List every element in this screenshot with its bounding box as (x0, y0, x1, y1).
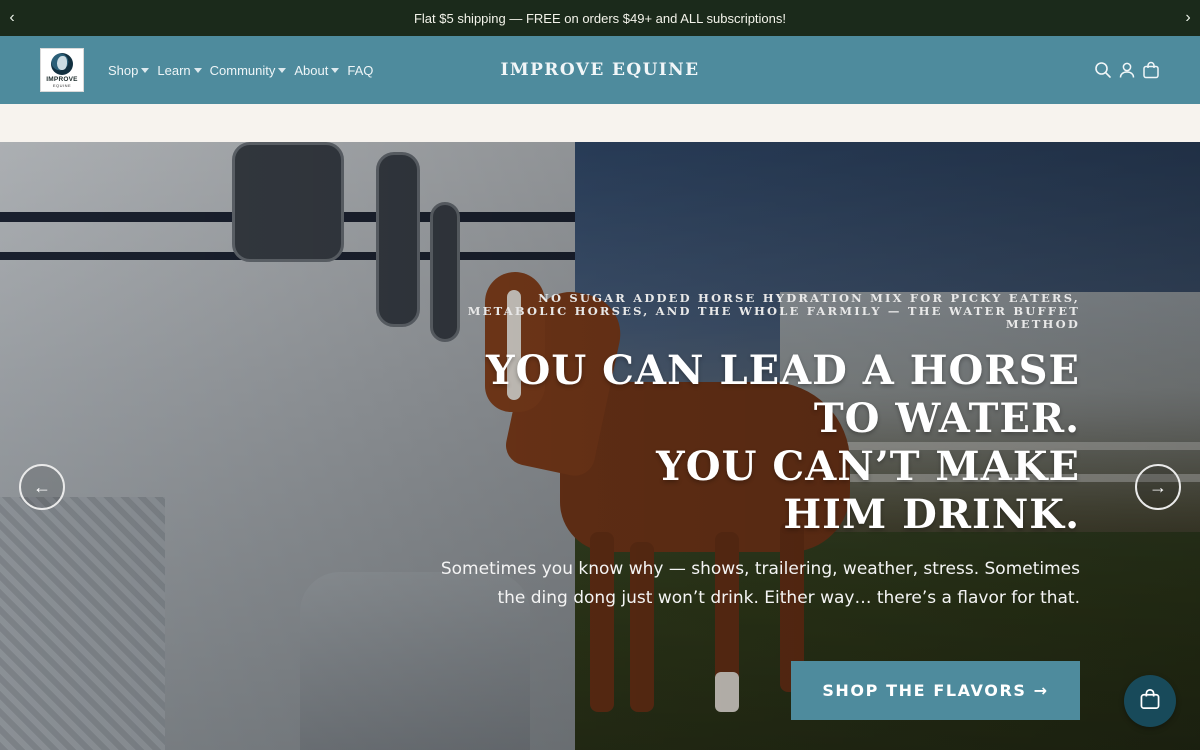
logo-text-line1: IMPROVE (46, 75, 78, 83)
header-spacer-strip (0, 104, 1200, 142)
arrow-right-icon: → (1149, 476, 1167, 497)
announcement-text: Flat $5 shipping — FREE on orders $49+ a… (413, 10, 787, 26)
hero-banner: NO SUGAR ADDED HORSE HYDRATION MIX FOR P… (0, 142, 1200, 750)
caret-down-icon (331, 68, 340, 73)
announcement-prev-arrow[interactable]: ‹ (0, 0, 24, 36)
headline-line: TO WATER. (813, 395, 1080, 442)
nav-item-faq[interactable]: FAQ (347, 63, 373, 78)
cart-icon (1139, 688, 1161, 715)
main-nav: Shop Learn Community About FAQ (108, 36, 381, 104)
nav-item-label: About (294, 62, 329, 78)
hero-subtext: Sometimes you know why — shows, traileri… (440, 559, 1080, 608)
nav-item-community[interactable]: Community (210, 63, 287, 78)
floating-cart-button[interactable] (1124, 675, 1176, 727)
nav-item-label: Learn (157, 62, 191, 78)
nav-item-shop[interactable]: Shop (108, 62, 150, 78)
hero-eyebrow: NO SUGAR ADDED HORSE HYDRATION MIX FOR P… (467, 291, 1080, 331)
nav-item-label: Shop (108, 62, 139, 78)
account-icon[interactable] (1118, 60, 1136, 80)
logo-text-line2: EQUINE (52, 82, 72, 88)
caret-down-icon (193, 68, 202, 73)
nav-item-about[interactable]: About (294, 62, 340, 78)
announcement-next-arrow[interactable]: › (1176, 0, 1200, 36)
cart-icon[interactable] (1142, 60, 1160, 80)
hero-content: NO SUGAR ADDED HORSE HYDRATION MIX FOR P… (360, 292, 1080, 613)
horse-logo-icon (51, 52, 73, 75)
carousel-next-button[interactable]: → (1135, 464, 1181, 510)
site-header: IMPROVE EQUINE Shop Learn Community Abou… (0, 36, 1200, 104)
announcement-bar: ‹ Flat $5 shipping — FREE on orders $49+… (0, 0, 1200, 36)
brand-title[interactable]: IMPROVE EQUINE (501, 60, 700, 80)
headline-line: YOU CAN’T MAKE (656, 443, 1080, 490)
shop-flavors-button[interactable]: SHOP THE FLAVORS → (791, 661, 1080, 720)
headline-line: HIM DRINK. (783, 491, 1080, 538)
caret-down-icon (278, 68, 287, 73)
carousel-prev-button[interactable]: ← (19, 464, 65, 510)
nav-item-label: FAQ (347, 62, 374, 78)
header-icons (1094, 60, 1160, 80)
headline-line: YOU CAN LEAD A HORSE (485, 347, 1080, 394)
hero-headline: YOU CAN LEAD A HORSE TO WATER. YOU CAN’T… (360, 347, 1080, 539)
site-logo[interactable]: IMPROVE EQUINE (40, 48, 84, 92)
nav-item-label: Community (209, 62, 276, 78)
nav-item-learn[interactable]: Learn (157, 62, 202, 78)
caret-down-icon (141, 68, 150, 73)
arrow-left-icon: ← (33, 476, 51, 497)
search-icon[interactable] (1094, 60, 1112, 80)
